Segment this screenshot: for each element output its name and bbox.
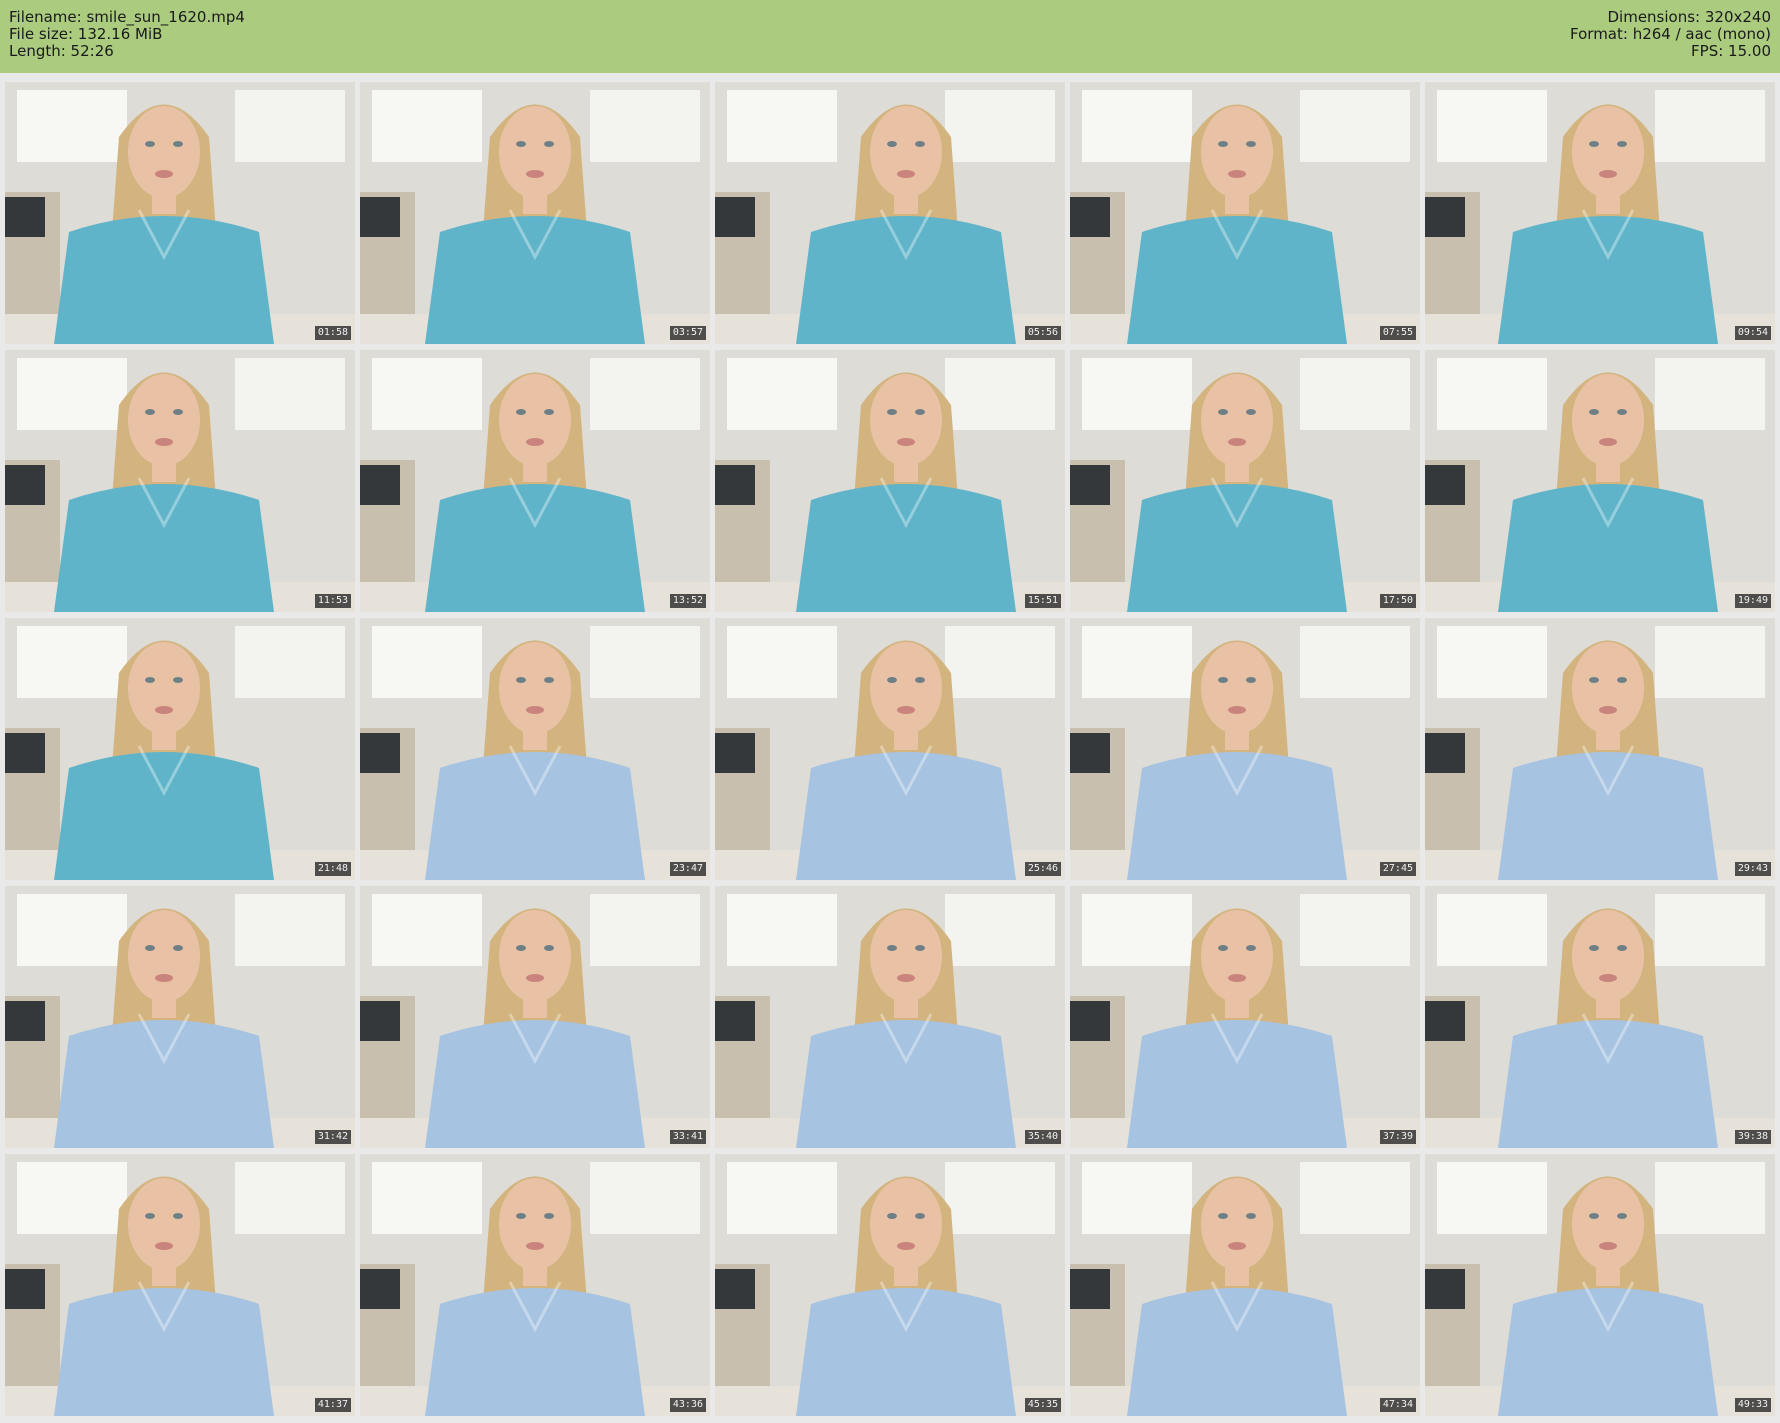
video-frame	[5, 886, 355, 1148]
video-frame	[1070, 82, 1420, 344]
video-frame	[1425, 618, 1775, 880]
video-frame	[5, 618, 355, 880]
fps-text: FPS: 15.00	[1691, 42, 1771, 60]
video-frame	[5, 350, 355, 612]
video-thumbnail: 25:46	[715, 618, 1065, 880]
video-thumbnail: 23:47	[360, 618, 710, 880]
video-thumbnail: 11:53	[5, 350, 355, 612]
video-thumbnail: 37:39	[1070, 886, 1420, 1148]
video-thumbnail: 35:40	[715, 886, 1065, 1148]
video-frame	[715, 350, 1065, 612]
video-thumbnail: 13:52	[360, 350, 710, 612]
thumbnail-grid: 01:58 03:57 05:56 07:55 09:54 11:53 13:52 15:51…	[5, 82, 1775, 1416]
video-frame	[5, 1154, 355, 1416]
timestamp-label: 23:47	[669, 862, 706, 876]
video-thumbnail: 49:33	[1425, 1154, 1775, 1416]
timestamp-label: 05:56	[1024, 326, 1061, 340]
timestamp-label: 47:34	[1379, 1398, 1416, 1412]
video-frame	[715, 1154, 1065, 1416]
video-frame	[1070, 618, 1420, 880]
video-thumbnail: 09:54	[1425, 82, 1775, 344]
dimensions-text: Dimensions: 320x240	[1607, 8, 1771, 26]
length-text: Length: 52:26	[9, 42, 114, 60]
file-info-left: Filename: smile_sun_1620.mp4 File size: …	[9, 9, 245, 60]
video-frame	[1425, 1154, 1775, 1416]
timestamp-label: 15:51	[1024, 594, 1061, 608]
video-frame	[1425, 350, 1775, 612]
video-thumbnail: 39:38	[1425, 886, 1775, 1148]
timestamp-label: 25:46	[1024, 862, 1061, 876]
video-frame	[715, 886, 1065, 1148]
video-thumbnail: 17:50	[1070, 350, 1420, 612]
video-thumbnail: 07:55	[1070, 82, 1420, 344]
video-frame	[360, 1154, 710, 1416]
video-thumbnail: 03:57	[360, 82, 710, 344]
video-frame	[360, 618, 710, 880]
file-info-right: Dimensions: 320x240 Format: h264 / aac (…	[1570, 9, 1771, 60]
filesize-text: File size: 132.16 MiB	[9, 25, 163, 43]
video-thumbnail: 31:42	[5, 886, 355, 1148]
video-thumbnail: 19:49	[1425, 350, 1775, 612]
timestamp-label: 37:39	[1379, 1130, 1416, 1144]
timestamp-label: 01:58	[314, 326, 351, 340]
video-frame	[1070, 886, 1420, 1148]
video-thumbnail: 27:45	[1070, 618, 1420, 880]
timestamp-label: 45:35	[1024, 1398, 1061, 1412]
timestamp-label: 07:55	[1379, 326, 1416, 340]
video-frame	[5, 82, 355, 344]
timestamp-label: 13:52	[669, 594, 706, 608]
timestamp-label: 09:54	[1734, 326, 1771, 340]
video-frame	[715, 618, 1065, 880]
video-frame	[360, 350, 710, 612]
timestamp-label: 21:48	[314, 862, 351, 876]
timestamp-label: 43:36	[669, 1398, 706, 1412]
video-thumbnail: 15:51	[715, 350, 1065, 612]
timestamp-label: 49:33	[1734, 1398, 1771, 1412]
filename-text: Filename: smile_sun_1620.mp4	[9, 8, 245, 26]
timestamp-label: 19:49	[1734, 594, 1771, 608]
timestamp-label: 33:41	[669, 1130, 706, 1144]
video-thumbnail: 05:56	[715, 82, 1065, 344]
video-frame	[1425, 886, 1775, 1148]
video-frame	[360, 886, 710, 1148]
video-frame	[715, 82, 1065, 344]
info-header: Filename: smile_sun_1620.mp4 File size: …	[0, 0, 1780, 73]
video-frame	[1070, 350, 1420, 612]
video-thumbnail: 43:36	[360, 1154, 710, 1416]
timestamp-label: 29:43	[1734, 862, 1771, 876]
video-thumbnail: 33:41	[360, 886, 710, 1148]
timestamp-label: 03:57	[669, 326, 706, 340]
video-frame	[360, 82, 710, 344]
timestamp-label: 35:40	[1024, 1130, 1061, 1144]
video-thumbnail: 21:48	[5, 618, 355, 880]
video-thumbnail: 47:34	[1070, 1154, 1420, 1416]
video-frame	[1070, 1154, 1420, 1416]
video-thumbnail: 29:43	[1425, 618, 1775, 880]
video-thumbnail: 01:58	[5, 82, 355, 344]
video-thumbnail: 41:37	[5, 1154, 355, 1416]
timestamp-label: 27:45	[1379, 862, 1416, 876]
format-text: Format: h264 / aac (mono)	[1570, 25, 1771, 43]
video-frame	[1425, 82, 1775, 344]
timestamp-label: 39:38	[1734, 1130, 1771, 1144]
timestamp-label: 11:53	[314, 594, 351, 608]
timestamp-label: 17:50	[1379, 594, 1416, 608]
video-thumbnail: 45:35	[715, 1154, 1065, 1416]
timestamp-label: 41:37	[314, 1398, 351, 1412]
timestamp-label: 31:42	[314, 1130, 351, 1144]
